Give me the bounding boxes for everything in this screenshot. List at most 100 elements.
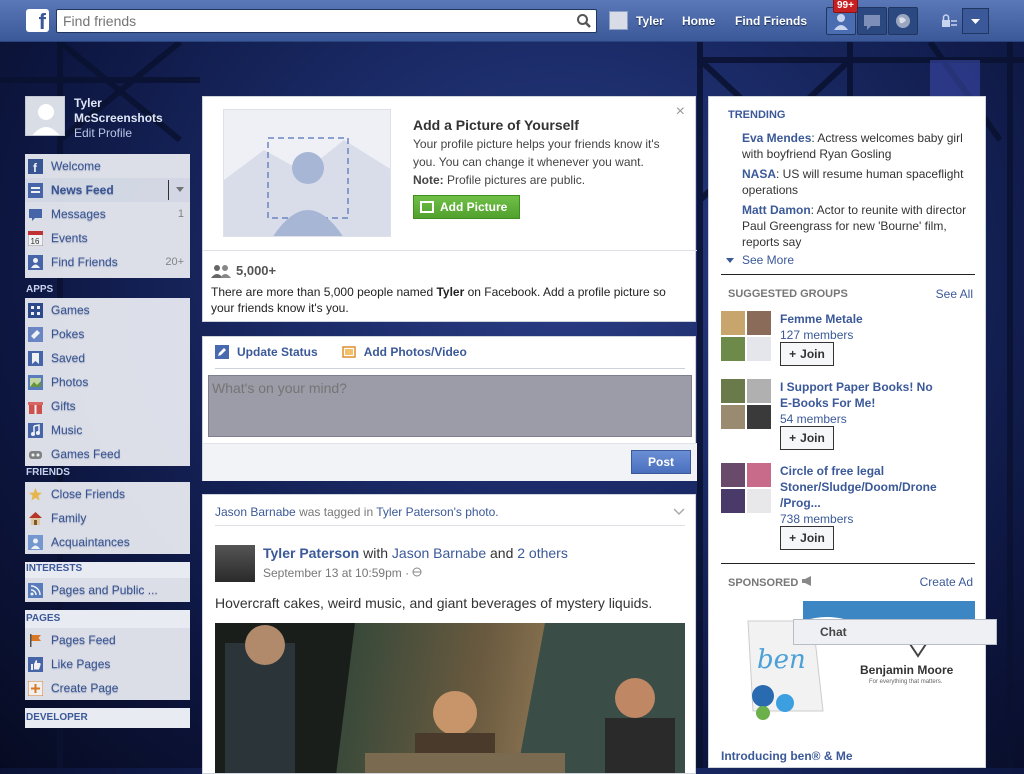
trending-item[interactable]: NASA: US will resume human spaceflight o… <box>742 166 978 198</box>
suggested-groups-header: SUGGESTED GROUPS <box>728 288 848 300</box>
sidebar-item-label: Events <box>51 231 88 245</box>
home-link[interactable]: Home <box>682 14 715 28</box>
pages-nav: Pages Feed Like Pages Create Page <box>25 628 190 700</box>
sidebar-item-like-pages[interactable]: Like Pages <box>25 652 190 676</box>
create-ad-link[interactable]: Create Ad <box>920 575 973 589</box>
trending-item[interactable]: Eva Mendes: Actress welcomes baby girl w… <box>742 130 978 162</box>
sidebar-item-label: Family <box>51 511 87 525</box>
story-photo[interactable] <box>215 623 685 773</box>
sidebar-item-label: Photos <box>51 375 89 389</box>
close-icon[interactable]: × <box>676 103 685 121</box>
messages-icon <box>864 15 880 30</box>
thumbs-up-icon <box>28 656 43 672</box>
profile-name-link[interactable]: Tyler <box>636 14 664 28</box>
tab-update-status[interactable]: Update Status <box>215 345 318 359</box>
sidebar-item-gifts[interactable]: Gifts <box>25 394 190 418</box>
plus-icon: + <box>789 531 797 545</box>
bookmark-icon <box>28 350 43 366</box>
sidebar-item-games-feed[interactable]: Games Feed <box>25 442 190 466</box>
chat-bar[interactable]: Chat <box>793 619 997 645</box>
sidebar-item-events[interactable]: 16 Events <box>25 226 190 250</box>
group-suggestion: Femme Metale 127 members + Join <box>721 311 983 371</box>
sidebar-item-label: Welcome <box>51 159 101 173</box>
find-friends-icon <box>28 254 43 270</box>
sidebar-item-pages-public[interactable]: Pages and Public ... <box>25 578 190 602</box>
see-all-groups-link[interactable]: See All <box>936 287 973 301</box>
trending-item[interactable]: Matt Damon: Actor to reunite with direct… <box>742 202 978 250</box>
ad-title-link[interactable]: Introducing ben® & Me <box>721 749 853 763</box>
sidebar-item-find-friends[interactable]: Find Friends 20+ <box>25 250 190 274</box>
sidebar-item-family[interactable]: Family <box>25 506 190 530</box>
group-name-link[interactable]: Femme Metale <box>780 311 940 327</box>
photo-link[interactable]: Tyler Paterson's photo. <box>376 505 498 519</box>
search-icon[interactable] <box>576 13 592 29</box>
find-friends-link[interactable]: Find Friends <box>735 14 807 28</box>
name-count-row: 5,000+ <box>211 263 276 278</box>
profile-picture[interactable] <box>25 96 65 136</box>
post-button[interactable]: Post <box>631 450 691 474</box>
pencil-icon <box>215 345 229 359</box>
facebook-logo[interactable]: f <box>26 9 49 32</box>
silhouette-icon <box>224 137 390 236</box>
notifications-button[interactable] <box>888 7 918 35</box>
apps-nav: Games Pokes Saved Photos Gifts Music Gam… <box>25 298 190 466</box>
create-page-icon <box>28 680 43 696</box>
friends-nav: Close Friends Family Acquaintances <box>25 482 190 554</box>
join-group-button[interactable]: + Join <box>780 342 834 366</box>
sidebar-item-messages[interactable]: Messages 1 <box>25 202 190 226</box>
add-picture-button[interactable]: Add Picture <box>413 195 520 219</box>
plus-icon: + <box>789 431 797 445</box>
sidebar-item-pokes[interactable]: Pokes <box>25 322 190 346</box>
tagged-person-link[interactable]: Jason Barnabe <box>215 505 296 519</box>
sidebar-item-label: Find Friends <box>51 255 118 269</box>
sidebar-item-photos[interactable]: Photos <box>25 370 190 394</box>
story-header: Tyler Paterson with Jason Barnabe and 2 … <box>263 545 568 561</box>
timestamp-link[interactable]: September 13 at 10:59pm · <box>263 566 412 580</box>
divider <box>203 250 697 251</box>
group-name-link[interactable]: I Support Paper Books! No E-Books For Me… <box>780 379 940 411</box>
sidebar-item-pages-feed[interactable]: Pages Feed <box>25 628 190 652</box>
globe-icon <box>896 14 910 28</box>
top-bar: f Tyler Home Find Friends 99+ <box>0 0 1024 42</box>
others-link[interactable]: 2 others <box>517 545 568 561</box>
privacy-lock-icon[interactable] <box>940 13 958 29</box>
chevron-down-icon[interactable] <box>673 508 685 516</box>
group-member-count: 738 members <box>780 512 854 526</box>
status-composer: Update Status Add Photos/Video Post <box>202 336 697 481</box>
sidebar-item-news-feed[interactable]: News Feed <box>25 178 190 202</box>
status-input[interactable] <box>208 375 692 437</box>
search-input[interactable] <box>57 10 567 32</box>
join-group-button[interactable]: + Join <box>780 526 834 550</box>
sidebar-item-saved[interactable]: Saved <box>25 346 190 370</box>
calendar-icon: 16 <box>28 230 43 246</box>
ad-brand-name: Benjamin Moore <box>860 663 954 677</box>
house-icon <box>29 511 42 525</box>
tab-add-photos-video[interactable]: Add Photos/Video <box>341 345 467 359</box>
profile-link[interactable]: Tyler <box>609 11 664 30</box>
profile-name[interactable]: Tyler McScreenshots <box>74 96 163 126</box>
see-more-trending[interactable]: See More <box>726 253 794 267</box>
join-group-button[interactable]: + Join <box>780 426 834 450</box>
composer-tabs: Update Status Add Photos/Video <box>215 345 491 359</box>
right-sidebar: TRENDING Eva Mendes: Actress welcomes ba… <box>708 96 986 768</box>
sidebar-item-create-page[interactable]: Create Page <box>25 676 190 700</box>
group-name-link[interactable]: Circle of free legal Stoner/Sludge/Doom/… <box>780 463 940 511</box>
unread-count: 1 <box>177 208 184 220</box>
group-suggestion: Circle of free legal Stoner/Sludge/Doom/… <box>721 463 983 553</box>
plus-icon: + <box>789 347 797 361</box>
author-link[interactable]: Tyler Paterson <box>263 545 359 561</box>
author-avatar[interactable] <box>215 545 255 582</box>
party-photo-image <box>215 623 685 773</box>
sidebar-item-welcome[interactable]: f Welcome <box>25 154 190 178</box>
sidebar-item-music[interactable]: Music <box>25 418 190 442</box>
messages-button[interactable] <box>857 7 887 35</box>
account-menu-button[interactable] <box>962 8 989 34</box>
sidebar-item-acquaintances[interactable]: Acquaintances <box>25 530 190 554</box>
chevron-down-icon[interactable] <box>176 187 184 193</box>
sidebar-item-games[interactable]: Games <box>25 298 190 322</box>
profile-summary: Tyler McScreenshots Edit Profile <box>25 96 190 142</box>
edit-profile-link[interactable]: Edit Profile <box>74 126 163 140</box>
tagged-person-link[interactable]: Jason Barnabe <box>392 545 486 561</box>
sidebar-item-close-friends[interactable]: Close Friends <box>25 482 190 506</box>
chevron-down-icon <box>726 258 734 263</box>
